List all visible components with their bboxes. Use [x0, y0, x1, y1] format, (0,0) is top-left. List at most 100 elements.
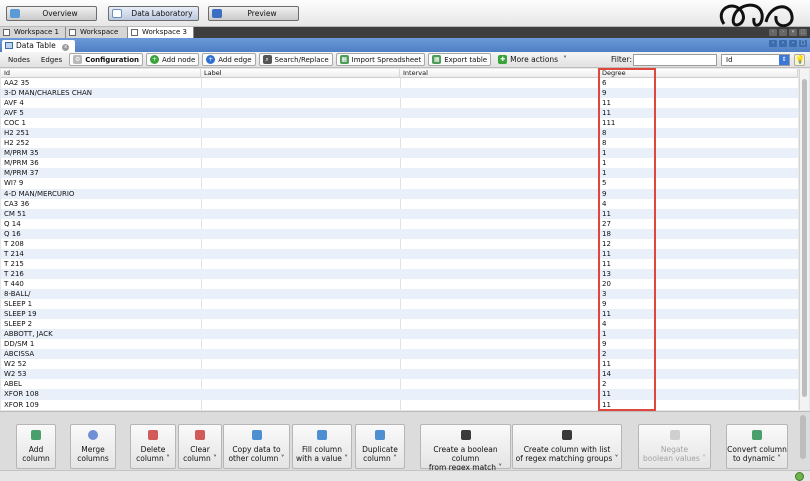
cell-interval[interactable]	[400, 88, 599, 98]
cell-degree[interactable]: 9	[599, 339, 798, 349]
table-row[interactable]: H2 252 8	[1, 138, 798, 148]
cell-id[interactable]: 3-D MAN/CHARLES CHAN	[1, 88, 201, 98]
cell-id[interactable]: WI? 9	[1, 178, 201, 188]
cell-degree[interactable]: 2	[599, 349, 798, 359]
cell-interval[interactable]	[400, 279, 599, 289]
cell-label[interactable]	[201, 118, 400, 128]
cell-label[interactable]	[201, 239, 400, 249]
cell-label[interactable]	[201, 249, 400, 259]
cell-label[interactable]	[201, 178, 400, 188]
cell-degree[interactable]: 8	[599, 128, 798, 138]
overview-button[interactable]: Overview	[6, 6, 97, 21]
cell-degree[interactable]: 1	[599, 158, 798, 168]
nodes-toggle[interactable]: Nodes	[4, 53, 34, 66]
cell-interval[interactable]	[400, 319, 599, 329]
import-spreadsheet-button[interactable]: ▦ Import Spreadsheet	[335, 53, 426, 66]
cell-id[interactable]: W2 52	[1, 359, 201, 369]
cell-label[interactable]	[201, 319, 400, 329]
cell-interval[interactable]	[400, 289, 599, 299]
table-row[interactable]: T 216 13	[1, 268, 798, 279]
boolean-regex-button[interactable]: Create a boolean column from regex match…	[420, 424, 511, 472]
edges-toggle[interactable]: Edges	[37, 53, 66, 66]
cell-id[interactable]: W2 53	[1, 369, 201, 379]
cell-interval[interactable]	[400, 239, 599, 249]
table-row[interactable]: Q 14 27	[1, 219, 798, 229]
cell-label[interactable]	[201, 199, 400, 209]
cell-interval[interactable]	[400, 138, 599, 148]
cell-interval[interactable]	[400, 359, 599, 369]
table-row[interactable]: SLEEP 19 11	[1, 309, 798, 320]
table-row[interactable]: AA2 35 6	[1, 78, 798, 88]
cell-interval[interactable]	[400, 259, 599, 269]
scroll-left-icon[interactable]: ‹	[769, 40, 777, 47]
cell-degree[interactable]: 11	[599, 108, 798, 118]
scroll-right-icon[interactable]: ›	[779, 40, 787, 47]
cell-label[interactable]	[201, 148, 400, 158]
cell-id[interactable]: SLEEP 2	[1, 319, 201, 329]
cell-degree[interactable]: 3	[599, 289, 798, 299]
cell-interval[interactable]	[400, 389, 599, 399]
cell-id[interactable]: ABEL	[1, 379, 201, 389]
filter-input[interactable]	[633, 54, 717, 66]
maximize-icon[interactable]: □	[799, 29, 807, 36]
cell-label[interactable]	[201, 289, 400, 299]
duplicate-column-button[interactable]: Duplicate column ˅	[355, 424, 405, 469]
table-row[interactable]: ABEL 2	[1, 379, 798, 389]
table-row[interactable]: XFOR 109 11	[1, 400, 798, 410]
table-row[interactable]: 3-D MAN/CHARLES CHAN 9	[1, 88, 798, 99]
cell-id[interactable]: Q 16	[1, 229, 201, 239]
cell-degree[interactable]: 9	[599, 88, 798, 98]
fill-column-button[interactable]: Fill column with a value ˅	[292, 424, 352, 469]
cell-label[interactable]	[201, 229, 400, 239]
cell-interval[interactable]	[400, 379, 599, 389]
cell-interval[interactable]	[400, 178, 599, 188]
scroll-right-icon[interactable]: ›	[779, 29, 787, 36]
cell-interval[interactable]	[400, 349, 599, 359]
cell-label[interactable]	[201, 108, 400, 118]
cell-interval[interactable]	[400, 189, 599, 199]
copy-data-button[interactable]: Copy data to other column ˅	[223, 424, 290, 469]
tab-workspace-1[interactable]: Workspace 1 x	[0, 27, 66, 47]
cell-id[interactable]: T 208	[1, 239, 201, 249]
cell-degree[interactable]: 4	[599, 199, 798, 209]
cell-label[interactable]	[201, 138, 400, 148]
filter-column-select[interactable]: Id ⇕	[721, 54, 790, 66]
cell-degree[interactable]: 20	[599, 279, 798, 289]
cell-label[interactable]	[201, 259, 400, 269]
cell-id[interactable]: CA3 36	[1, 199, 201, 209]
cell-interval[interactable]	[400, 78, 599, 88]
scrollbar-thumb[interactable]	[802, 79, 807, 397]
table-row[interactable]: 8-BALL/3	[1, 288, 798, 300]
clear-column-button[interactable]: Clear column ˅	[178, 424, 222, 469]
tab-workspace-2[interactable]: Workspace 2 x	[66, 27, 128, 47]
cell-id[interactable]: H2 251	[1, 128, 201, 138]
cell-interval[interactable]	[400, 249, 599, 259]
cell-label[interactable]	[201, 309, 400, 319]
table-row[interactable]: SLEEP 2 4	[1, 319, 798, 329]
cell-degree[interactable]: 6	[599, 78, 798, 88]
cell-degree[interactable]: 11	[599, 309, 798, 319]
cell-id[interactable]: SLEEP 1	[1, 299, 201, 309]
cell-label[interactable]	[201, 128, 400, 138]
cell-interval[interactable]	[400, 229, 599, 239]
actions-scrollbar-thumb[interactable]	[800, 415, 806, 459]
cell-degree[interactable]: 5	[599, 178, 798, 188]
cell-degree[interactable]: 11	[599, 98, 798, 108]
cell-interval[interactable]	[400, 299, 599, 309]
merge-columns-button[interactable]: Merge columns	[70, 424, 116, 469]
add-edge-button[interactable]: + Add edge	[202, 53, 256, 66]
cell-id[interactable]: COC 1	[1, 118, 201, 128]
table-row[interactable]: COC 1 111	[1, 118, 798, 128]
cell-label[interactable]	[201, 379, 400, 389]
status-icon[interactable]	[795, 472, 804, 481]
cell-interval[interactable]	[400, 168, 599, 178]
cell-degree[interactable]: 9	[599, 189, 798, 199]
cell-label[interactable]	[201, 168, 400, 178]
cell-interval[interactable]	[400, 158, 599, 168]
cell-id[interactable]: ABBOTT, JACK	[1, 329, 201, 339]
tab-workspace-3[interactable]: Workspace 3 x	[128, 27, 194, 47]
cell-id[interactable]: AVF 4	[1, 98, 201, 108]
table-row[interactable]: ABBOTT, JACK 1	[1, 329, 798, 340]
cell-degree[interactable]: 8	[599, 138, 798, 148]
lightbulb-icon[interactable]: 💡	[794, 54, 805, 66]
